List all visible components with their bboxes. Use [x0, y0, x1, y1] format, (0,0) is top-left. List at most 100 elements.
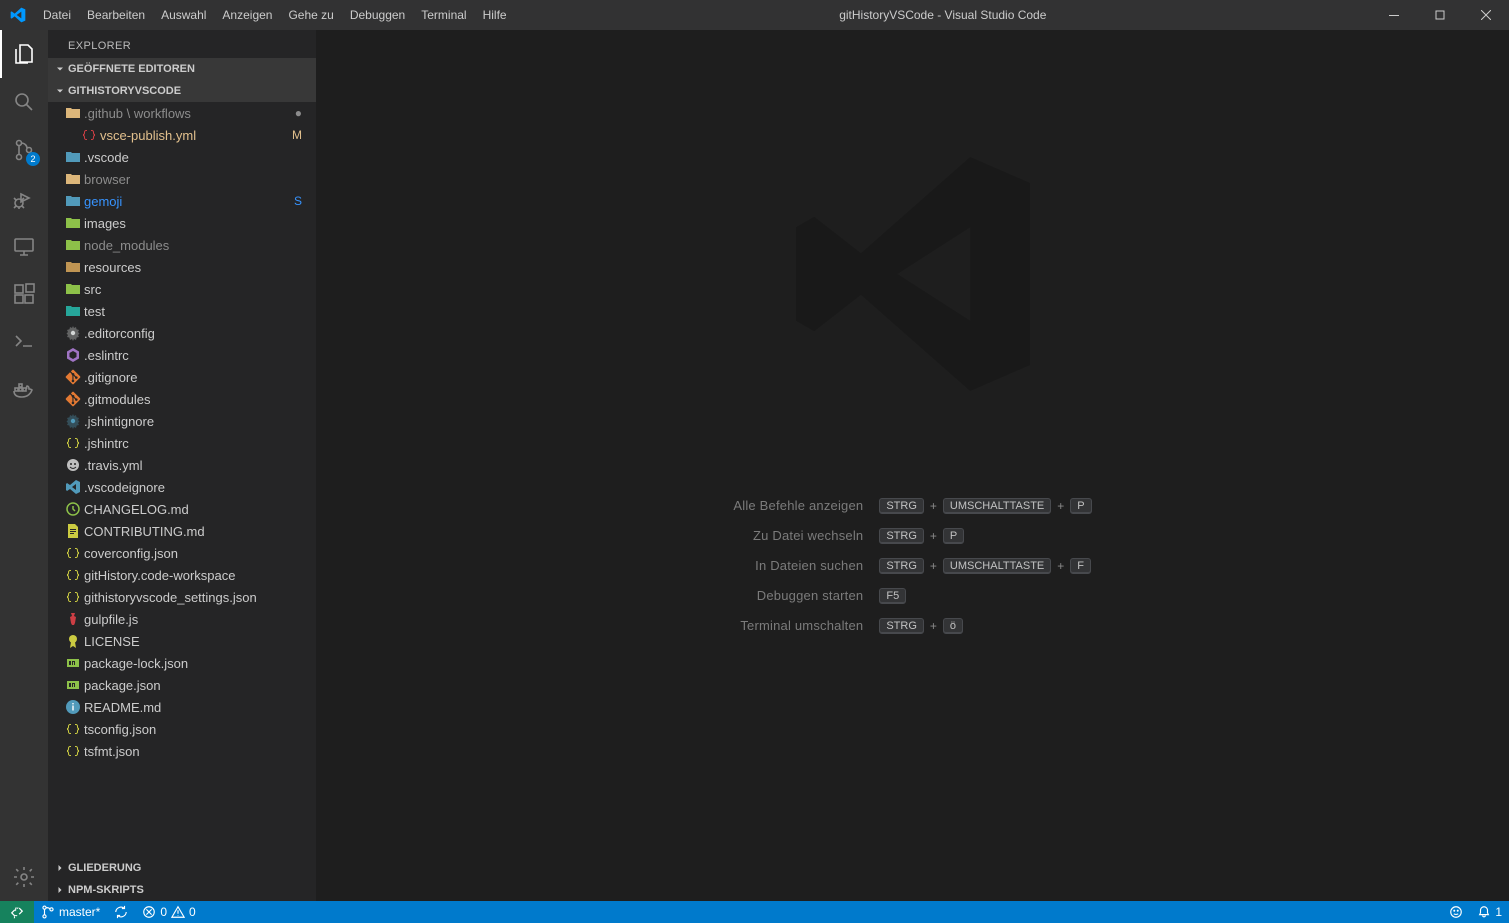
menu-item-datei[interactable]: Datei — [35, 0, 79, 30]
keyboard-key: ö — [943, 618, 963, 634]
plus-separator: + — [930, 529, 937, 543]
title-bar: DateiBearbeitenAuswahlAnzeigenGehe zuDeb… — [0, 0, 1509, 30]
plus-separator: + — [930, 559, 937, 573]
section-open-editors-label: GEÖFFNETE EDITOREN — [68, 63, 195, 75]
keyboard-key: UMSCHALTTASTE — [943, 498, 1051, 514]
status-feedback[interactable] — [1442, 901, 1470, 923]
section-workspace[interactable]: GITHISTORYVSCODE — [48, 80, 316, 102]
activity-extensions[interactable] — [0, 270, 48, 318]
folder-icon — [62, 149, 84, 165]
tree-item[interactable]: .jshintignore — [48, 410, 316, 432]
tree-item[interactable]: package.json — [48, 674, 316, 696]
section-outline[interactable]: GLIEDERUNG — [48, 857, 316, 879]
folder-icon — [62, 105, 84, 121]
tree-item[interactable]: resources — [48, 256, 316, 278]
tree-item-label: gemoji — [84, 194, 294, 209]
tree-item[interactable]: .eslintrc — [48, 344, 316, 366]
window-maximize[interactable] — [1417, 0, 1463, 30]
status-remote[interactable] — [0, 901, 34, 923]
yaml-icon — [78, 127, 100, 143]
menu-item-auswahl[interactable]: Auswahl — [153, 0, 214, 30]
git-icon — [62, 391, 84, 407]
tree-item[interactable]: package-lock.json — [48, 652, 316, 674]
tree-item[interactable]: .gitignore — [48, 366, 316, 388]
folder-icon — [62, 237, 84, 253]
menu-item-bearbeiten[interactable]: Bearbeiten — [79, 0, 153, 30]
vscode-icon — [62, 479, 84, 495]
shortcut-keys: STRG+UMSCHALTTASTE+P — [879, 498, 1091, 514]
activity-terminal-icon[interactable] — [0, 318, 48, 366]
activity-remote-explorer[interactable] — [0, 222, 48, 270]
braces-icon — [62, 721, 84, 737]
shortcut-keys: F5 — [879, 588, 1091, 604]
tree-item[interactable]: gemojiS — [48, 190, 316, 212]
vscode-watermark-icon — [783, 144, 1043, 404]
tree-item-label: images — [84, 216, 316, 231]
tree-item[interactable]: gitHistory.code-workspace — [48, 564, 316, 586]
folder-icon — [62, 281, 84, 297]
section-npm[interactable]: NPM-SKRIPTS — [48, 879, 316, 901]
tree-item-label: browser — [84, 172, 316, 187]
tree-item[interactable]: test — [48, 300, 316, 322]
window-minimize[interactable] — [1371, 0, 1417, 30]
braces-icon — [62, 567, 84, 583]
tree-item[interactable]: images — [48, 212, 316, 234]
tree-item-label: CHANGELOG.md — [84, 502, 316, 517]
cert-icon — [62, 633, 84, 649]
tree-item[interactable]: .gitmodules — [48, 388, 316, 410]
shortcut-label: Terminal umschalten — [733, 618, 865, 633]
menu-item-debuggen[interactable]: Debuggen — [342, 0, 413, 30]
shortcut-keys: STRG+UMSCHALTTASTE+F — [879, 558, 1091, 574]
tree-item[interactable]: LICENSE — [48, 630, 316, 652]
tree-item[interactable]: README.md — [48, 696, 316, 718]
tree-item-label: .vscodeignore — [84, 480, 316, 495]
tree-item-label: src — [84, 282, 316, 297]
tree-item[interactable]: src — [48, 278, 316, 300]
activity-scm[interactable]: 2 — [0, 126, 48, 174]
tree-item-label: LICENSE — [84, 634, 316, 649]
tree-item-label: .travis.yml — [84, 458, 316, 473]
tree-item[interactable]: .jshintrc — [48, 432, 316, 454]
tree-item[interactable]: .editorconfig — [48, 322, 316, 344]
tree-item[interactable]: tsconfig.json — [48, 718, 316, 740]
menu-item-hilfe[interactable]: Hilfe — [475, 0, 515, 30]
tree-item-label: .vscode — [84, 150, 316, 165]
shortcut-keys: STRG+P — [879, 528, 1091, 544]
status-sync[interactable] — [107, 901, 135, 923]
activity-settings[interactable] — [0, 853, 48, 901]
tree-item[interactable]: .vscode — [48, 146, 316, 168]
tree-item[interactable]: gulpfile.js — [48, 608, 316, 630]
activity-search[interactable] — [0, 78, 48, 126]
activity-docker[interactable] — [0, 366, 48, 414]
menu-item-anzeigen[interactable]: Anzeigen — [214, 0, 280, 30]
tree-item-decoration: ● — [295, 106, 302, 120]
section-npm-label: NPM-SKRIPTS — [68, 884, 144, 896]
doc-icon — [62, 523, 84, 539]
tree-item[interactable]: .vscodeignore — [48, 476, 316, 498]
tree-item[interactable]: CHANGELOG.md — [48, 498, 316, 520]
section-open-editors[interactable]: GEÖFFNETE EDITOREN — [48, 58, 316, 80]
status-errors-count: 0 — [160, 905, 167, 919]
tree-item[interactable]: vsce-publish.ymlM — [48, 124, 316, 146]
tree-item[interactable]: .github \ workflows● — [48, 102, 316, 124]
tree-item-label: .gitignore — [84, 370, 316, 385]
status-branch[interactable]: master* — [34, 901, 107, 923]
tree-item[interactable]: coverconfig.json — [48, 542, 316, 564]
activity-debug[interactable] — [0, 174, 48, 222]
keyboard-key: F — [1070, 558, 1091, 574]
tree-item[interactable]: .travis.yml — [48, 454, 316, 476]
status-notifications[interactable]: 1 — [1470, 901, 1509, 923]
tree-item-label: node_modules — [84, 238, 316, 253]
tree-item[interactable]: CONTRIBUTING.md — [48, 520, 316, 542]
tree-item[interactable]: tsfmt.json — [48, 740, 316, 762]
tree-item[interactable]: browser — [48, 168, 316, 190]
activity-explorer[interactable] — [0, 30, 48, 78]
status-problems[interactable]: 0 0 — [135, 901, 202, 923]
tree-item[interactable]: node_modules — [48, 234, 316, 256]
keyboard-key: STRG — [879, 498, 924, 514]
menu-item-terminal[interactable]: Terminal — [413, 0, 474, 30]
tree-item[interactable]: githistoryvscode_settings.json — [48, 586, 316, 608]
window-close[interactable] — [1463, 0, 1509, 30]
menu-item-gehe zu[interactable]: Gehe zu — [280, 0, 341, 30]
folder-icon — [62, 215, 84, 231]
